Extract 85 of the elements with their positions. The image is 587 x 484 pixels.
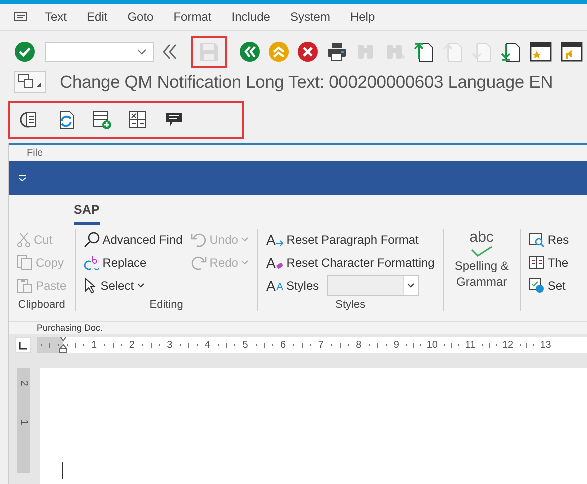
chevron-down-icon: [241, 260, 250, 265]
checkmark-icon: [470, 246, 493, 258]
copy-icon: [17, 254, 33, 270]
ruler-number: 1: [92, 340, 98, 350]
double-chevron-up-icon: [269, 42, 289, 62]
menu-item[interactable]: Help: [341, 10, 386, 24]
menu-item[interactable]: Format: [164, 10, 223, 24]
reset-character-button[interactable]: A Reset Character Formatting: [264, 252, 437, 273]
menu-item[interactable]: Goto: [118, 10, 165, 24]
ruler-number: 2: [129, 340, 135, 350]
page-arrow-down-icon: [472, 41, 492, 63]
page-arrow-up-icon: [443, 41, 463, 63]
ruler-number: 8: [356, 340, 362, 350]
cancel-button[interactable]: [295, 39, 321, 65]
research-button[interactable]: Res: [526, 229, 572, 250]
left-tab-icon: [19, 342, 27, 350]
command-field[interactable]: [45, 42, 154, 62]
printer-icon: [327, 42, 347, 62]
ruler-number: 5: [242, 340, 248, 350]
styles-button[interactable]: AA Styles: [264, 275, 322, 296]
styles-icon: AA: [266, 278, 284, 292]
spelling-button[interactable]: abc Spelling & Grammar: [450, 229, 514, 311]
chevron-down-icon: [137, 283, 146, 288]
calculator-grid-icon: [128, 110, 148, 130]
replace-icon: [84, 254, 100, 270]
undo-icon: [190, 232, 207, 248]
binoculars-icon: [356, 42, 376, 62]
enter-button[interactable]: [12, 39, 38, 65]
language-button[interactable]: Set: [526, 275, 568, 296]
menu-icon[interactable]: [14, 12, 28, 22]
clipboard-icon: [17, 278, 33, 294]
binoculars-plus-icon: [385, 42, 405, 62]
screen-title: Change QM Notification Long Text: 000200000603 Language EN: [60, 72, 554, 92]
back-button[interactable]: [237, 39, 263, 65]
ruler-number: 2: [18, 380, 29, 386]
redo-icon: [190, 254, 207, 270]
scissors-icon: [17, 232, 31, 248]
select-button[interactable]: Select: [82, 275, 148, 296]
background-text: Purchasing Doc.: [37, 322, 104, 334]
ruler-number: 11: [465, 340, 476, 350]
ruler-number: 10: [426, 340, 438, 350]
page-arrow-up-icon: [414, 41, 434, 63]
find-button[interactable]: Advanced Find: [82, 229, 185, 250]
group-label: Styles: [334, 298, 367, 311]
ruler-number: 12: [502, 340, 514, 350]
thesaurus-button[interactable]: The: [526, 252, 571, 273]
ruler-number: 6: [280, 340, 286, 350]
checkmark-icon: [15, 42, 35, 62]
cursor-icon: [84, 278, 98, 294]
ruler-number: 1: [18, 420, 29, 426]
customize-icon[interactable]: [18, 174, 27, 182]
double-chevron-left-icon: [240, 42, 260, 62]
ruler-number: 7: [318, 340, 324, 350]
ruler-number: 13: [540, 340, 552, 350]
chevron-down-icon: [407, 283, 416, 288]
reset-paragraph-button[interactable]: A Reset Paragraph Format: [264, 229, 421, 250]
double-chevron-icon: [163, 43, 177, 61]
replace-button[interactable]: Replace: [82, 252, 149, 273]
open-book-icon: [528, 254, 545, 270]
page-arrow-down-icon: [501, 41, 521, 63]
chevron-down-icon: [137, 49, 147, 55]
menu-item[interactable]: System: [281, 10, 342, 24]
menu-item[interactable]: Include: [222, 10, 282, 24]
chevron-down-icon: [241, 237, 250, 242]
globe-document-icon: [528, 278, 545, 294]
ruler-number: 9: [394, 340, 400, 350]
table-add-icon: [92, 110, 112, 130]
tab-stop-selector[interactable]: [15, 337, 31, 353]
group-label: Clipboard: [17, 298, 66, 311]
button-label: Spelling & Grammar: [454, 258, 510, 290]
menu-item[interactable]: Text: [36, 10, 78, 24]
layout-menu-button[interactable]: [14, 71, 46, 93]
abc-label: abc: [470, 229, 494, 246]
ribbon-tab[interactable]: SAP: [74, 203, 100, 225]
ruler-number: 3: [167, 340, 173, 350]
book-search-icon: [528, 232, 545, 248]
indent-marker-icon[interactable]: [59, 337, 68, 353]
ruler-number: 4: [204, 340, 210, 350]
ruler-margin: [37, 337, 63, 353]
screen-layout-icon: [17, 73, 43, 91]
search-icon: [84, 232, 100, 248]
file-menu[interactable]: File: [27, 148, 44, 158]
menu-item[interactable]: Edit: [78, 10, 119, 24]
group-label: Editing: [148, 298, 184, 311]
cancel-icon: [298, 42, 318, 62]
